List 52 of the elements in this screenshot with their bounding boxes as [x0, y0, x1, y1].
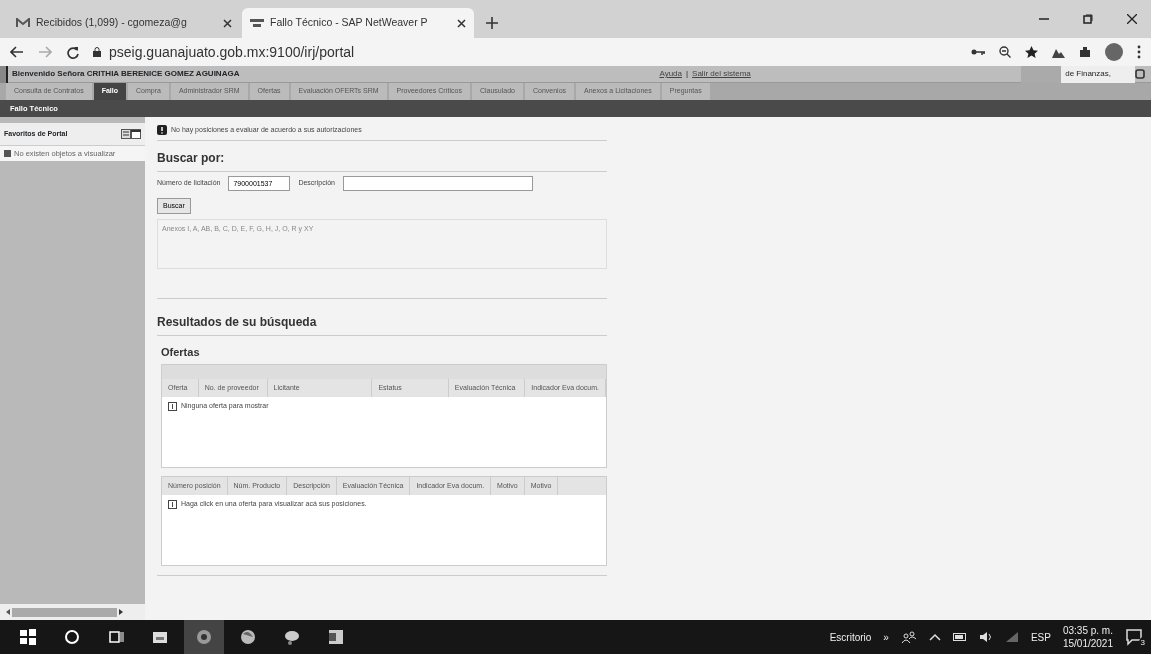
network-icon[interactable]: [1004, 631, 1019, 643]
browser-icon[interactable]: [195, 628, 213, 646]
url-field[interactable]: pseig.guanajuato.gob.mx:9100/irj/portal: [109, 41, 957, 63]
people-icon[interactable]: [900, 630, 917, 644]
close-icon[interactable]: [223, 18, 232, 28]
notification-icon[interactable]: [1125, 628, 1143, 646]
clock-date[interactable]: 15/01/2021: [1062, 637, 1113, 650]
section-title: Buscar por:: [157, 148, 607, 172]
header-link[interactable]: Salir del sistema: [692, 68, 751, 80]
task-view-icon[interactable]: [107, 628, 125, 646]
mail-icon: [16, 18, 30, 28]
toolbar-chevron[interactable]: »: [883, 629, 889, 645]
scroll-left-icon[interactable]: [6, 609, 10, 615]
chevron-up-icon[interactable]: [928, 633, 941, 641]
link-separator: |: [686, 68, 689, 80]
desktop-label[interactable]: Escritorio: [829, 629, 872, 645]
text-field[interactable]: [343, 175, 533, 191]
logo-icon: [250, 19, 264, 27]
key-icon[interactable]: [971, 48, 985, 56]
header-marker: [0, 65, 8, 83]
subsection-title: Ofertas: [161, 344, 201, 360]
browser-tab[interactable]: Recibidos (1,099) - cgomeza@g: [8, 8, 240, 38]
minimize-icon[interactable]: [131, 129, 141, 139]
header-link[interactable]: Ayuda: [659, 68, 682, 80]
info-icon: [168, 401, 177, 411]
restore-icon[interactable]: [1083, 14, 1093, 24]
back-icon[interactable]: [10, 46, 24, 58]
section-title: Resultados de su búsqueda: [157, 312, 607, 336]
new-tab-icon[interactable]: [486, 17, 498, 29]
menu-icon[interactable]: [1137, 45, 1141, 59]
welcome-text: Bienvenido Señora CRITHIA BERENICE GOMEZ AGUINAGA: [12, 68, 240, 80]
battery-icon[interactable]: [952, 633, 967, 641]
volume-icon[interactable]: [978, 631, 993, 643]
info-icon: [168, 499, 177, 509]
clock-time[interactable]: 03:35 p. m.: [1062, 624, 1113, 637]
scroll-right-icon[interactable]: [119, 609, 123, 615]
search-icon[interactable]: [63, 628, 81, 646]
options-icon[interactable]: [121, 129, 131, 139]
info-icon: [4, 150, 11, 158]
warning-icon: [157, 125, 167, 136]
close-icon[interactable]: [457, 18, 466, 28]
start-icon[interactable]: [19, 628, 37, 646]
language-indicator[interactable]: ESP: [1030, 629, 1051, 645]
avatar-icon[interactable]: [1105, 43, 1123, 61]
zoom-icon[interactable]: [999, 46, 1011, 58]
browser-tab[interactable]: Fallo Técnico - SAP NetWeaver P: [242, 8, 474, 38]
window-icon[interactable]: [1135, 69, 1145, 79]
reload-icon[interactable]: [66, 45, 79, 59]
lock-icon: [93, 47, 101, 57]
star-icon[interactable]: [1025, 46, 1038, 58]
close-icon[interactable]: [1127, 14, 1137, 24]
scrollbar-thumb[interactable]: [12, 607, 117, 617]
